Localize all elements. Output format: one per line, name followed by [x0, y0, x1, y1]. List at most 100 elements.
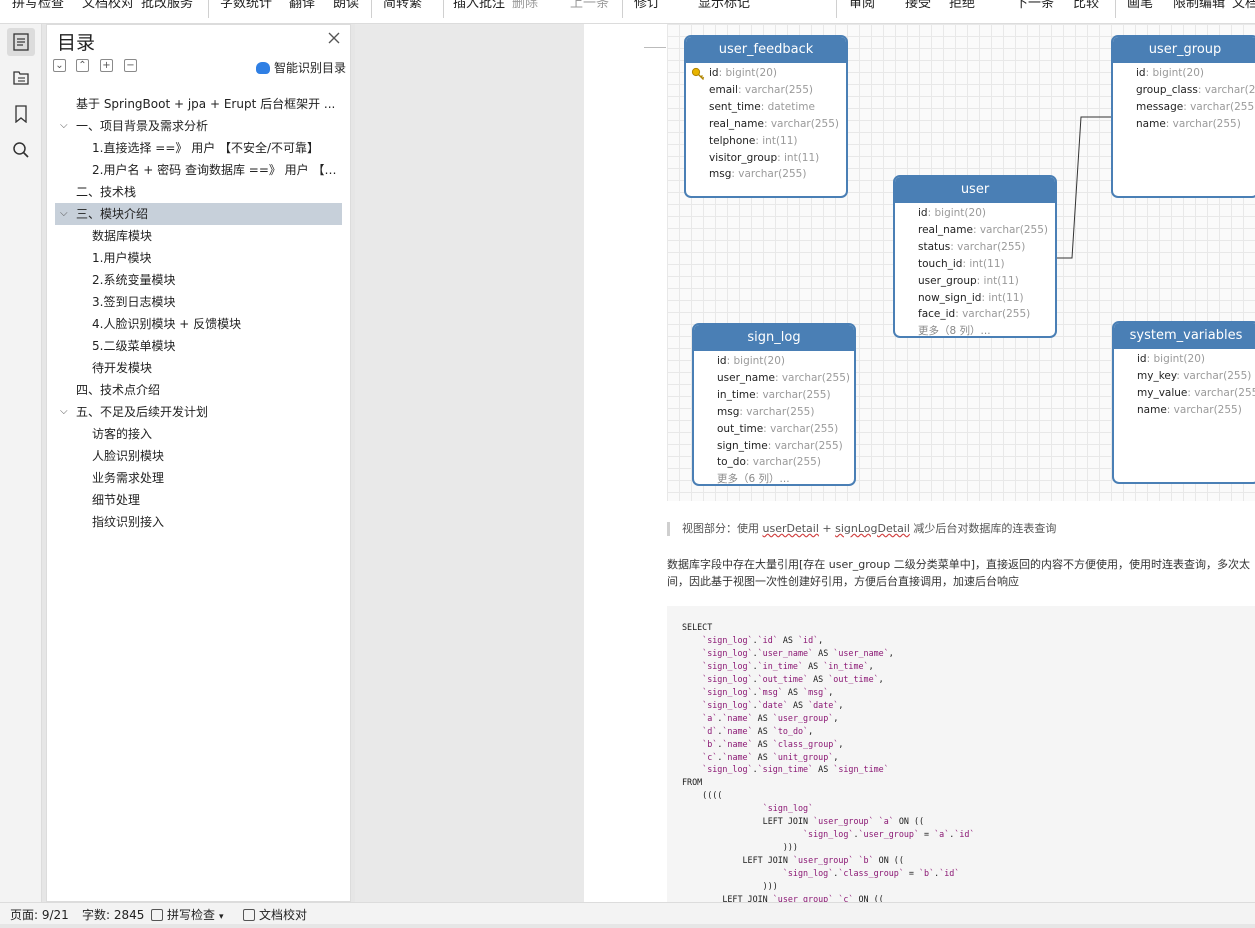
er-table-user[interactable]: user id: bigint(20) real_name: varchar(255… [893, 175, 1057, 338]
compare-button[interactable]: 比较 [1073, 0, 1099, 15]
toc-item[interactable]: 基于 SpringBoot + jpa + Erupt 后台框架开 ... [55, 93, 342, 115]
prev-comment-button[interactable]: 上一条 [570, 0, 609, 15]
toc-item[interactable]: 四、技术点介绍 [55, 379, 342, 401]
pen-button[interactable]: 画笔 [1127, 0, 1153, 15]
spell-check-button[interactable]: 拼写检查 [12, 0, 64, 15]
toc-item[interactable]: 1.用户模块 [55, 247, 342, 269]
show-markup-button[interactable]: 显示标记 [698, 0, 750, 15]
er-field-sep: : [1197, 83, 1205, 96]
smart-toc-button[interactable]: 智能识别目录 [255, 59, 346, 76]
convert-traditional-button[interactable]: 简转繁 [383, 0, 422, 15]
add-heading-icon[interactable]: + [100, 59, 113, 72]
er-table-user-group[interactable]: user_group id: bigint(20) group_class: var… [1111, 35, 1255, 198]
er-field-name: in_time [717, 388, 756, 401]
doc-proof-button[interactable]: 文档校对 [82, 0, 134, 15]
doc-outline-icon[interactable] [7, 64, 35, 92]
remove-heading-icon[interactable]: − [124, 59, 137, 72]
er-field-type: int(11) [983, 274, 1019, 287]
expand-up-icon[interactable]: ⌃ [76, 59, 89, 72]
doc-button[interactable]: 文档 [1232, 0, 1255, 15]
accept-button[interactable]: 接受 [905, 0, 931, 15]
toc-item[interactable]: 数据库模块 [55, 225, 342, 247]
er-field-sep: : [760, 100, 768, 113]
toc-pane: 目录 ⌄ ⌃ + − 智能识别目录 基于 SpringBoot + jpa + … [46, 24, 351, 902]
toolbar-divider [371, 0, 372, 18]
toc-item-label: 基于 SpringBoot + jpa + Erupt 后台框架开 ... [76, 97, 336, 111]
review-button[interactable]: 审阅 [849, 0, 875, 15]
toc-item[interactable]: 业务需求处理 [55, 467, 342, 489]
toc-icon[interactable] [7, 28, 35, 56]
toc-item[interactable]: ⌵ 一、项目背景及需求分析 [55, 115, 342, 137]
toc-item[interactable]: 5.二级菜单模块 [55, 335, 342, 357]
page-indicator[interactable]: 页面: 9/21 [10, 904, 69, 926]
toc-item[interactable]: 访客的接入 [55, 423, 342, 445]
toc-item[interactable]: 4.人脸识别模块 + 反馈模块 [55, 313, 342, 335]
er-more-columns[interactable]: 更多（8 列）... [895, 323, 1055, 336]
quote-link-userdetail: userDetail [762, 522, 819, 535]
er-table-sign-log[interactable]: sign_log id: bigint(20) user_name: varchar… [692, 323, 856, 486]
doc-proof-status[interactable]: 文档校对 [243, 904, 307, 926]
chevron-down-icon[interactable]: ⌵ [60, 203, 68, 225]
restrict-edit-button[interactable]: 限制编辑 [1173, 0, 1225, 15]
er-field-type: varchar(255) [762, 388, 831, 401]
er-field-name: real_name [918, 223, 973, 236]
code-line: `sign_log`.`user_group` = `a`.`id` [803, 829, 975, 840]
body-paragraph-line: 数据库字段中存在大量引用[存在 user_group 二级分类菜单中]，直接返回… [667, 558, 1251, 571]
er-field-name: touch_id [918, 257, 963, 270]
translate-button[interactable]: 翻译 [289, 0, 315, 15]
er-field: msg: varchar(255) [694, 404, 854, 421]
er-table-user-feedback[interactable]: user_feedback id: bigint(20) email: varcha… [684, 35, 848, 198]
er-field-type: varchar(255) [1183, 369, 1252, 382]
er-field: status: varchar(255) [895, 239, 1055, 256]
chevron-down-icon[interactable]: ⌵ [60, 115, 68, 137]
toc-item-label: 5.二级菜单模块 [92, 339, 176, 353]
er-field: my_key: varchar(255) [1114, 368, 1255, 385]
toc-item[interactable]: 3.签到日志模块 [55, 291, 342, 313]
toc-item[interactable]: 1.直接选择 ==》 用户 【不安全/不可靠】 [55, 137, 342, 159]
er-table-system-variables[interactable]: system_variables id: bigint(20) my_key: va… [1112, 321, 1255, 484]
er-field-name: id [918, 207, 928, 219]
er-field-name: name [1136, 117, 1166, 130]
er-field-name: my_key [1137, 369, 1177, 382]
insert-comment-button[interactable]: 插入批注 [453, 0, 505, 15]
er-field-type: bigint(20) [1152, 67, 1204, 79]
er-table-header: system_variables [1114, 323, 1255, 349]
word-count[interactable]: 字数: 2845 [82, 904, 144, 926]
toc-item[interactable]: 2.用户名 + 密码 查询数据库 ==》 用户 【 ... [55, 159, 342, 181]
toc-item[interactable]: 人脸识别模块 [55, 445, 342, 467]
delete-comment-button[interactable]: 删除 [512, 0, 538, 15]
track-changes-button[interactable]: 修订 [634, 0, 660, 15]
toc-item[interactable]: 细节处理 [55, 489, 342, 511]
toc-item-label: 细节处理 [92, 493, 141, 507]
er-field-name: id [717, 355, 727, 367]
toc-item[interactable]: ⌵ 三、模块介绍 [55, 203, 342, 225]
proof-icon [243, 909, 255, 921]
toc-item-label: 二、技术栈 [76, 185, 137, 199]
search-icon[interactable] [7, 136, 35, 164]
toc-item[interactable]: 指纹识别接入 [55, 511, 342, 533]
chevron-down-icon[interactable]: ⌵ [60, 401, 68, 423]
er-more-columns[interactable]: 更多（6 列）... [694, 471, 854, 484]
review-service-button[interactable]: 批改服务 [141, 0, 193, 15]
word-count-button[interactable]: 字数统计 [220, 0, 272, 15]
er-field: sign_time: varchar(255) [694, 438, 854, 455]
code-line: `sign_log`.`user_name` AS `user_name`, [702, 647, 894, 658]
read-aloud-button[interactable]: 朗读 [333, 0, 359, 15]
er-field-type: bigint(20) [1153, 353, 1205, 365]
toc-item[interactable]: 待开发模块 [55, 357, 342, 379]
collapse-all-icon[interactable]: ⌄ [53, 59, 66, 72]
er-field-name: group_class [1136, 83, 1198, 96]
er-table-header: user_group [1113, 37, 1255, 63]
er-field: name: varchar(255) [1114, 402, 1255, 419]
code-line: `sign_log`.`class_group` = `b`.`id` [782, 868, 960, 879]
bookmark-icon[interactable] [7, 100, 35, 128]
reject-button[interactable]: 拒绝 [949, 0, 975, 15]
toc-item[interactable]: ⌵ 五、不足及后续开发计划 [55, 401, 342, 423]
next-change-button[interactable]: 下一条 [1015, 0, 1054, 15]
close-icon[interactable] [326, 30, 342, 46]
spell-check-status[interactable]: 拼写检查 ▾ [151, 904, 224, 928]
toc-item[interactable]: 二、技术栈 [55, 181, 342, 203]
toc-item[interactable]: 2.系统变量模块 [55, 269, 342, 291]
code-line: `d`.`name` AS `to_do`, [702, 725, 814, 736]
er-field: face_id: varchar(255) [895, 306, 1055, 323]
